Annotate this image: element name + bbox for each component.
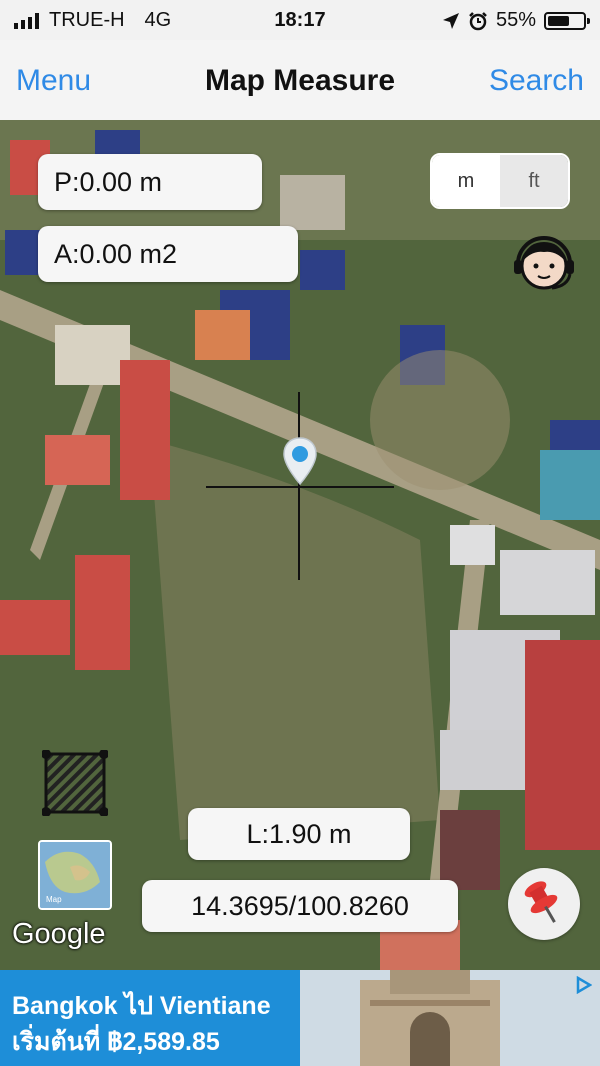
battery-percent: 55% bbox=[495, 9, 536, 31]
length-readout: L:1.90 m bbox=[188, 808, 410, 860]
support-agent-icon[interactable] bbox=[506, 228, 582, 298]
area-draw-button[interactable] bbox=[41, 749, 109, 817]
map-type-button[interactable]: Map bbox=[38, 840, 112, 910]
area-value: A:0.00 m2 bbox=[54, 238, 178, 269]
ad-choices-icon[interactable] bbox=[574, 976, 592, 994]
perimeter-readout: P:0.00 m bbox=[38, 154, 262, 210]
ad-headline: Bangkok ไป Vientiane bbox=[12, 992, 271, 1020]
battery-icon bbox=[544, 11, 590, 30]
coordinates-value: 14.3695/100.8260 bbox=[191, 890, 409, 921]
pushpin-icon bbox=[524, 881, 558, 923]
google-logo: Google bbox=[12, 918, 106, 950]
map-thumb-label: Map bbox=[46, 895, 62, 904]
navigation-bar: Menu Map Measure Search bbox=[0, 40, 600, 121]
search-button[interactable]: Search bbox=[489, 64, 584, 98]
unit-toggle[interactable]: m ft bbox=[430, 153, 570, 209]
ad-price: เริ่มต้นที่ ฿2,589.85 bbox=[12, 1028, 220, 1056]
unit-meters-option[interactable]: m bbox=[432, 155, 500, 207]
status-right: 55% bbox=[442, 9, 590, 32]
alarm-icon bbox=[469, 11, 487, 30]
coordinates-readout: 14.3695/100.8260 bbox=[142, 880, 458, 932]
location-arrow-icon bbox=[442, 12, 459, 29]
ad-banner[interactable]: Bangkok ไป Vientiane เริ่มต้นที่ ฿2,589.… bbox=[0, 970, 600, 1066]
area-draw-icon bbox=[41, 749, 109, 817]
perimeter-value: P:0.00 m bbox=[54, 166, 163, 197]
crosshair-horizontal bbox=[206, 486, 394, 488]
satellite-map[interactable]: P:0.00 m A:0.00 m2 m ft Map Google L:1.9… bbox=[0, 120, 600, 970]
length-value: L:1.90 m bbox=[246, 818, 352, 849]
map-type-icon: Map bbox=[40, 842, 110, 908]
ad-image bbox=[300, 970, 600, 1066]
area-readout: A:0.00 m2 bbox=[38, 226, 298, 282]
status-bar: TRUE-H 4G 18:17 55% bbox=[0, 0, 600, 40]
unit-feet-option[interactable]: ft bbox=[500, 155, 568, 207]
drop-pin-button[interactable] bbox=[508, 868, 580, 940]
location-pin-icon[interactable] bbox=[282, 436, 318, 486]
